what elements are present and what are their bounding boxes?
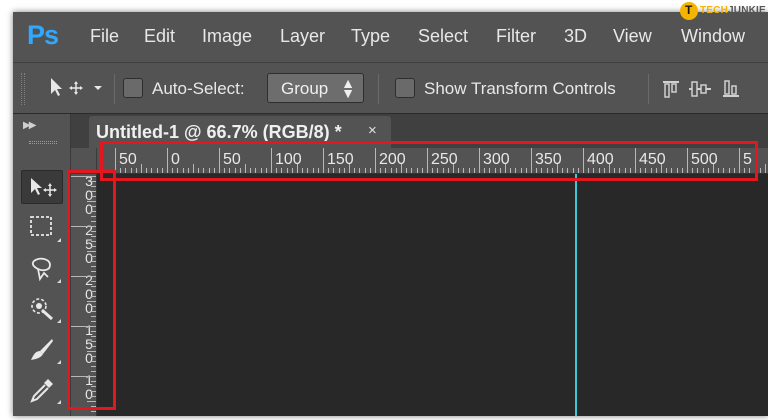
vertical-guide[interactable]: [575, 174, 577, 416]
menu-view[interactable]: View: [613, 26, 652, 47]
auto-select-checkbox[interactable]: [123, 78, 143, 98]
tool-flyout-indicator: [57, 360, 61, 364]
tool-flyout-indicator: [57, 319, 61, 323]
collapse-panel-icon[interactable]: ▶▶: [23, 120, 36, 131]
document-title: Untitled-1 @ 66.7% (RGB/8) *: [96, 122, 342, 142]
options-separator: [378, 74, 379, 104]
techjunkie-logo-icon: T: [680, 2, 698, 20]
menu-bar: Ps File Edit Image Layer Type Select Fil…: [13, 12, 768, 62]
quick-selection-tool[interactable]: [21, 291, 63, 325]
menu-select[interactable]: Select: [418, 26, 468, 47]
auto-select-label: Auto-Select:: [152, 79, 245, 98]
move-tool-icon: [51, 78, 83, 96]
menu-filter[interactable]: Filter: [496, 26, 536, 47]
tools-panel: ▶▶: [13, 114, 71, 416]
eyedropper-tool[interactable]: [21, 372, 63, 406]
menu-image[interactable]: Image: [202, 26, 252, 47]
tool-flyout-indicator: [57, 238, 61, 242]
tool-flyout-indicator: [57, 400, 61, 404]
lasso-tool-icon: [31, 257, 51, 282]
auto-select-value: Group: [281, 79, 329, 98]
document-canvas[interactable]: [98, 174, 768, 416]
menu-window[interactable]: Window: [681, 26, 745, 47]
tool-preset-picker[interactable]: [49, 76, 107, 102]
auto-select-dropdown[interactable]: Group ▲ ▼: [267, 73, 364, 103]
marquee-tool-icon: [30, 216, 52, 236]
align-top-icon[interactable]: [661, 79, 681, 99]
options-separator: [648, 74, 649, 104]
watermark-text-junkie: JUNKIE: [728, 5, 766, 16]
quick-selection-tool-icon: [31, 298, 54, 321]
chevron-down-icon: [94, 86, 102, 90]
move-tool-icon: [31, 178, 57, 197]
menu-type[interactable]: Type: [351, 26, 390, 47]
watermark-text-tech: TECH: [700, 5, 729, 16]
ruler-tick: [759, 168, 761, 173]
options-separator: [114, 74, 115, 104]
align-vertical-center-icon[interactable]: [688, 79, 712, 99]
menu-3d[interactable]: 3D: [564, 26, 587, 47]
show-transform-checkbox[interactable]: [395, 78, 415, 98]
align-bottom-icon[interactable]: [721, 79, 741, 99]
lasso-tool[interactable]: [21, 251, 63, 285]
menu-file[interactable]: File: [90, 26, 119, 47]
ruler-tick: [91, 411, 96, 412]
options-bar: Auto-Select: Group ▲ ▼ Show Transform Con…: [13, 62, 768, 114]
options-bar-grip[interactable]: [21, 73, 25, 105]
ruler-tick: [765, 164, 766, 173]
close-icon[interactable]: ×: [368, 122, 377, 139]
tool-flyout-indicator: [57, 279, 61, 283]
menu-edit[interactable]: Edit: [144, 26, 175, 47]
eyedropper-tool-icon: [30, 379, 53, 403]
spinner-arrows-icon: ▲ ▼: [341, 75, 355, 101]
horizontal-ruler-highlight: [100, 141, 758, 181]
photoshop-window: Ps File Edit Image Layer Type Select Fil…: [13, 12, 768, 416]
move-tool[interactable]: [21, 170, 63, 204]
tools-panel-grip[interactable]: [29, 141, 57, 144]
photoshop-logo: Ps: [27, 20, 59, 50]
marquee-tool[interactable]: [21, 210, 63, 244]
vertical-ruler-highlight: [67, 170, 116, 410]
menu-layer[interactable]: Layer: [280, 26, 325, 47]
show-transform-label: Show Transform Controls: [424, 79, 616, 98]
brush-tool[interactable]: [21, 332, 63, 366]
pen-tool-icon: [31, 339, 53, 360]
